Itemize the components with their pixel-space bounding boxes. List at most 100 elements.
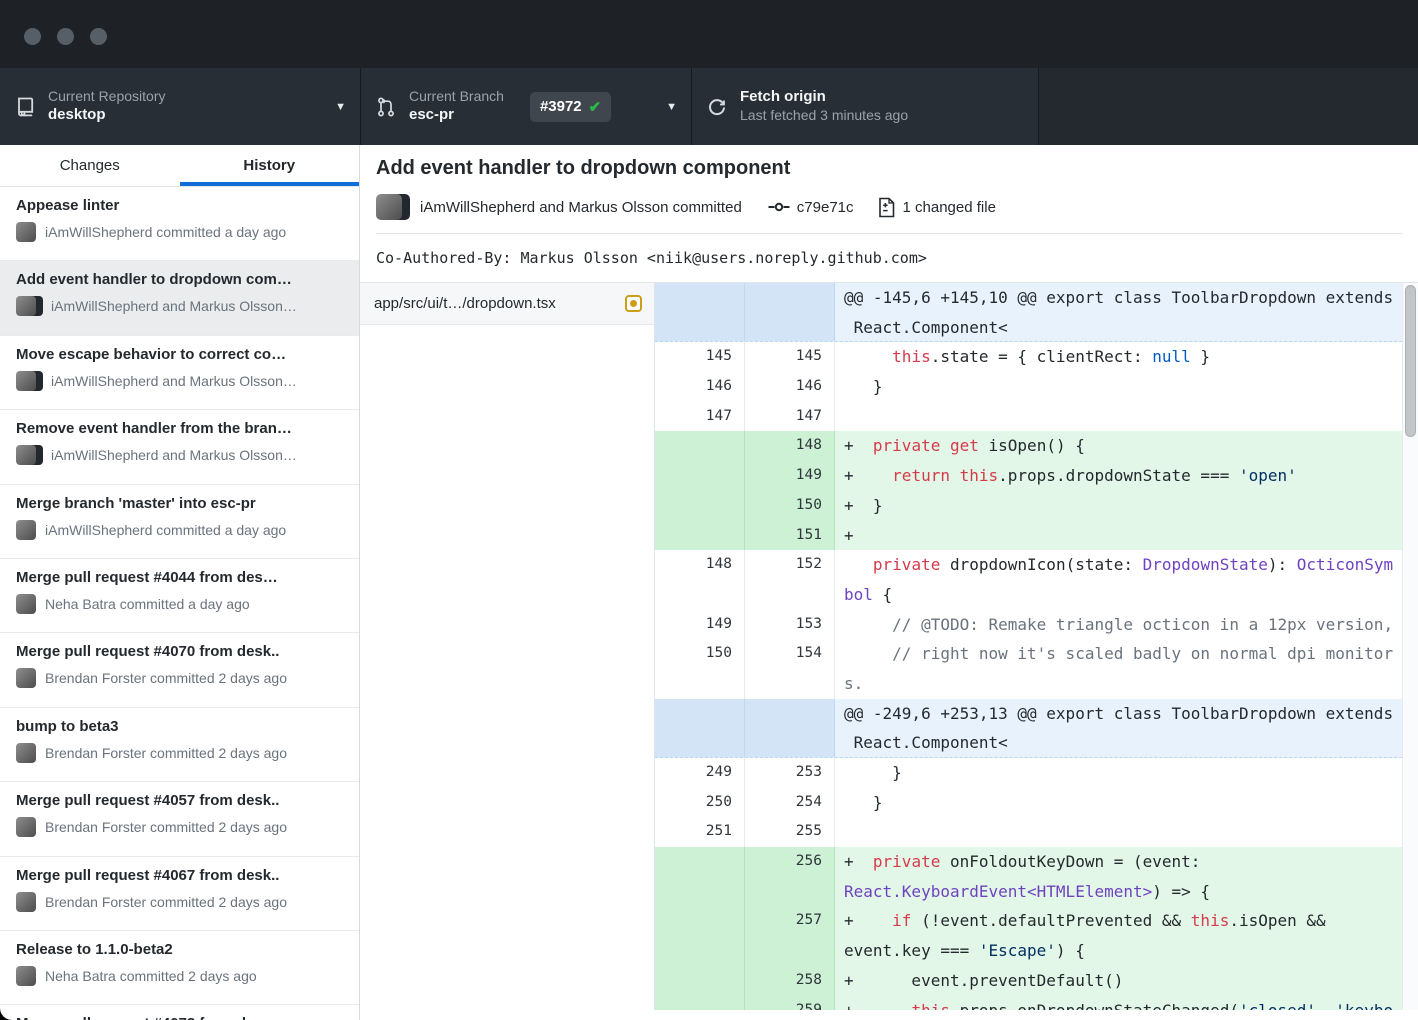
repository-dropdown-button[interactable]: Current Repository desktop ▼: [0, 68, 361, 145]
new-line-number: 148: [745, 431, 835, 461]
new-line-number: 153: [745, 610, 835, 640]
commit-item-avatar: [16, 743, 36, 763]
diff-scrollbar-thumb[interactable]: [1405, 285, 1416, 437]
new-line-number: [745, 728, 835, 757]
diff-line: 151+: [655, 521, 1402, 551]
commit-item-meta: iAmWillShepherd and Markus Olsson…: [51, 373, 297, 389]
diff-line: event.key === 'Escape') {: [655, 936, 1402, 966]
ci-success-check-icon: ✔: [589, 98, 602, 116]
old-line-number: [655, 491, 745, 521]
chevron-down-icon: ▼: [321, 101, 346, 113]
diff-code-text: // @TODO: Remake triangle octicon in a 1…: [835, 610, 1402, 640]
commit-item-title: Add event handler to dropdown com…: [16, 271, 347, 288]
old-line-number: 147: [655, 402, 745, 432]
commit-item-avatar: [16, 892, 36, 912]
close-window-button[interactable]: [24, 28, 41, 45]
new-line-number: [745, 669, 835, 699]
minimize-window-button[interactable]: [57, 28, 74, 45]
commit-list-item[interactable]: Merge pull request #4070 from desk..Bren…: [0, 633, 359, 707]
commit-item-meta: Brendan Forster committed 2 days ago: [45, 819, 287, 835]
diff-code-text: + private onFoldoutKeyDown = (event:: [835, 847, 1402, 877]
new-line-number: 149: [745, 461, 835, 491]
pull-request-badge[interactable]: #3972 ✔: [530, 92, 611, 122]
commit-item-title: Merge pull request #4057 from desk..: [16, 792, 347, 809]
diff-line: 148+ private get isOpen() {: [655, 431, 1402, 461]
fetch-title: Fetch origin: [740, 88, 908, 107]
commit-list-item[interactable]: Move escape behavior to correct co…iAmWi…: [0, 336, 359, 410]
new-line-number: [745, 313, 835, 342]
commit-item-avatar: [16, 520, 36, 540]
old-line-number: 149: [655, 610, 745, 640]
new-line-number: 152: [745, 550, 835, 580]
commit-item-avatar: [16, 296, 42, 316]
commit-list-item[interactable]: Appease linteriAmWillShepherd committed …: [0, 187, 359, 261]
file-path: app/src/ui/t…/dropdown.tsx: [374, 295, 617, 312]
commit-item-meta: Neha Batra committed 2 days ago: [45, 968, 257, 984]
changed-files-count: 1 changed file: [903, 199, 996, 216]
diff-code-text: }: [835, 788, 1402, 818]
old-line-number: [655, 580, 745, 610]
diff-scrollbar[interactable]: [1402, 283, 1418, 1010]
old-line-number: [655, 728, 745, 757]
diff-line: 146146 }: [655, 372, 1402, 402]
old-line-number: [655, 431, 745, 461]
branch-dropdown-button[interactable]: Current Branch esc-pr #3972 ✔ ▼: [361, 68, 692, 145]
new-line-number: 257: [745, 906, 835, 936]
diff-code-text: bol {: [835, 580, 1402, 610]
diff-line: 150+ }: [655, 491, 1402, 521]
commit-item-title: Remove event handler from the bran…: [16, 420, 347, 437]
sync-icon: [706, 96, 728, 118]
commit-item-title: Merge branch 'master' into esc-pr: [16, 495, 347, 512]
file-modified-status-icon: [625, 295, 642, 312]
commit-item-meta: Neha Batra committed a day ago: [45, 596, 250, 612]
repo-icon: [14, 96, 36, 118]
new-line-number: 259: [745, 996, 835, 1011]
diff-line: s.: [655, 669, 1402, 699]
fetch-origin-button[interactable]: Fetch origin Last fetched 3 minutes ago: [692, 68, 1039, 145]
commit-item-avatar: [16, 594, 36, 614]
new-line-number: 146: [745, 372, 835, 402]
diff-line: @@ -145,6 +145,10 @@ export class Toolba…: [655, 283, 1402, 313]
old-line-number: [655, 847, 745, 877]
sidebar: Changes History Appease linteriAmWillShe…: [0, 145, 360, 1020]
diff-line: 257+ if (!event.defaultPrevented && this…: [655, 906, 1402, 936]
diff-code-text: + this.props.onDropdownStateChanged('clo…: [835, 996, 1402, 1011]
old-line-number: 250: [655, 788, 745, 818]
commit-item-avatar: [16, 371, 42, 391]
new-line-number: 147: [745, 402, 835, 432]
commit-list-item[interactable]: Merge pull request #4073 from d…: [0, 1005, 359, 1020]
commit-history-list: Appease linteriAmWillShepherd committed …: [0, 187, 359, 1020]
commit-author-avatars: [376, 194, 410, 220]
commit-list-item[interactable]: Merge pull request #4057 from desk.. Bren…: [0, 782, 359, 856]
tab-history[interactable]: History: [180, 145, 360, 186]
commit-list-item[interactable]: Merge branch 'master' into esc-priAmWill…: [0, 485, 359, 559]
new-line-number: [745, 283, 835, 313]
commit-item-title: bump to beta3: [16, 718, 347, 735]
branch-label: Current Branch: [409, 88, 504, 106]
traffic-lights: [24, 28, 107, 45]
diff-code-text: [835, 402, 1402, 432]
diff-code-text: + event.preventDefault(): [835, 966, 1402, 996]
commit-hash[interactable]: c79e71c: [797, 199, 854, 216]
diff-line: bol {: [655, 580, 1402, 610]
commit-list-item[interactable]: Release to 1.1.0-beta2Neha Batra committ…: [0, 931, 359, 1005]
changed-file-row[interactable]: app/src/ui/t…/dropdown.tsx: [360, 283, 654, 325]
diff-code-text: React.Component<: [835, 728, 1402, 757]
commit-list-item[interactable]: Remove event handler from the bran…iAmWi…: [0, 410, 359, 484]
commit-list-item[interactable]: bump to beta3Brendan Forster committed 2…: [0, 708, 359, 782]
diff-line: 256+ private onFoldoutKeyDown = (event:: [655, 847, 1402, 877]
old-line-number: 146: [655, 372, 745, 402]
diff-line: 147147: [655, 402, 1402, 432]
commit-item-title: Merge pull request #4073 from d…: [16, 1015, 347, 1020]
tab-changes[interactable]: Changes: [0, 145, 180, 186]
commit-item-avatar: [16, 222, 36, 242]
commit-list-item[interactable]: Add event handler to dropdown com…iAmWil…: [0, 261, 359, 335]
chevron-down-icon: ▼: [652, 101, 677, 113]
diff-line: 249253 }: [655, 758, 1402, 788]
diff-code-text: + }: [835, 491, 1402, 521]
fetch-subtitle: Last fetched 3 minutes ago: [740, 107, 908, 125]
zoom-window-button[interactable]: [90, 28, 107, 45]
commit-list-item[interactable]: Merge pull request #4067 from desk..Bren…: [0, 857, 359, 931]
diff-code-text: + return this.props.dropdownState === 'o…: [835, 461, 1402, 491]
commit-list-item[interactable]: Merge pull request #4044 from des…Neha B…: [0, 559, 359, 633]
